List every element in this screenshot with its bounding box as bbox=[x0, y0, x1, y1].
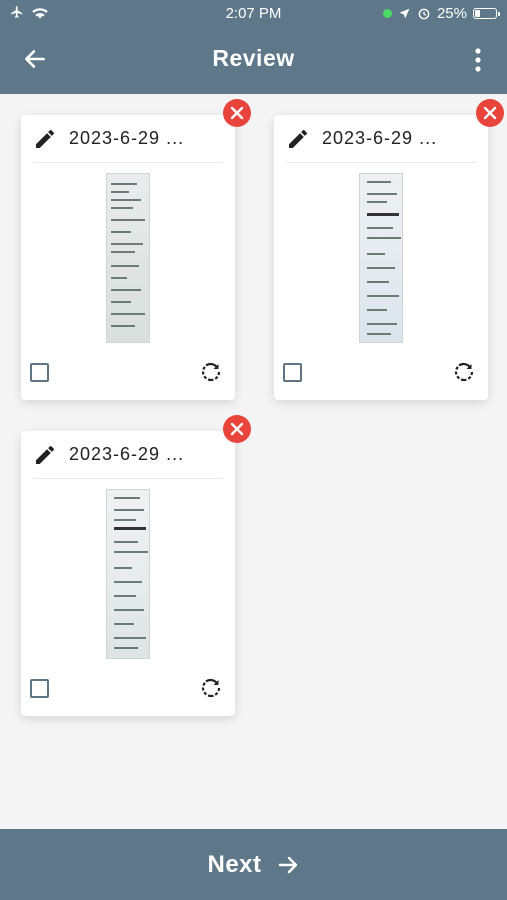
close-icon bbox=[483, 106, 497, 120]
receipt-date[interactable]: 2023-6-29 ... bbox=[69, 444, 184, 465]
select-checkbox[interactable] bbox=[283, 363, 302, 382]
next-label: Next bbox=[207, 850, 262, 878]
close-icon bbox=[230, 422, 244, 436]
rotate-icon[interactable] bbox=[199, 360, 223, 384]
select-checkbox[interactable] bbox=[30, 363, 49, 382]
status-bar: 2:07 PM 25% bbox=[0, 0, 507, 28]
receipt-date[interactable]: 2023-6-29 ... bbox=[69, 128, 184, 149]
delete-button[interactable] bbox=[476, 99, 504, 127]
pencil-icon[interactable] bbox=[33, 443, 57, 467]
delete-button[interactable] bbox=[223, 99, 251, 127]
receipt-date[interactable]: 2023-6-29 ... bbox=[322, 128, 437, 149]
receipt-card[interactable]: 2023-6-29 ... bbox=[21, 115, 235, 400]
page-title: Review bbox=[212, 45, 295, 71]
receipt-thumbnail[interactable] bbox=[106, 489, 150, 659]
receipt-thumbnail[interactable] bbox=[359, 173, 403, 343]
delete-button[interactable] bbox=[223, 415, 251, 443]
recording-indicator bbox=[382, 9, 392, 18]
alarm-icon bbox=[418, 8, 430, 19]
battery-percent: 25% bbox=[436, 5, 467, 22]
receipt-card[interactable]: 2023-6-29 ... bbox=[274, 115, 488, 400]
pencil-icon[interactable] bbox=[286, 127, 310, 151]
more-vertical-icon[interactable] bbox=[467, 47, 489, 73]
rotate-icon[interactable] bbox=[452, 360, 476, 384]
close-icon bbox=[230, 106, 244, 120]
divider bbox=[33, 162, 223, 163]
divider bbox=[286, 162, 476, 163]
location-icon bbox=[399, 8, 410, 19]
pencil-icon[interactable] bbox=[33, 127, 57, 151]
battery-icon bbox=[473, 8, 500, 19]
rotate-icon[interactable] bbox=[199, 676, 223, 700]
next-button[interactable]: Next bbox=[0, 829, 507, 900]
arrow-right-icon bbox=[278, 856, 297, 873]
divider bbox=[33, 478, 223, 479]
receipt-thumbnail[interactable] bbox=[106, 173, 150, 343]
receipt-card[interactable]: 2023-6-29 ... bbox=[21, 431, 235, 716]
app-bar: 2:07 PM 25% Review bbox=[0, 0, 507, 94]
select-checkbox[interactable] bbox=[30, 679, 49, 698]
